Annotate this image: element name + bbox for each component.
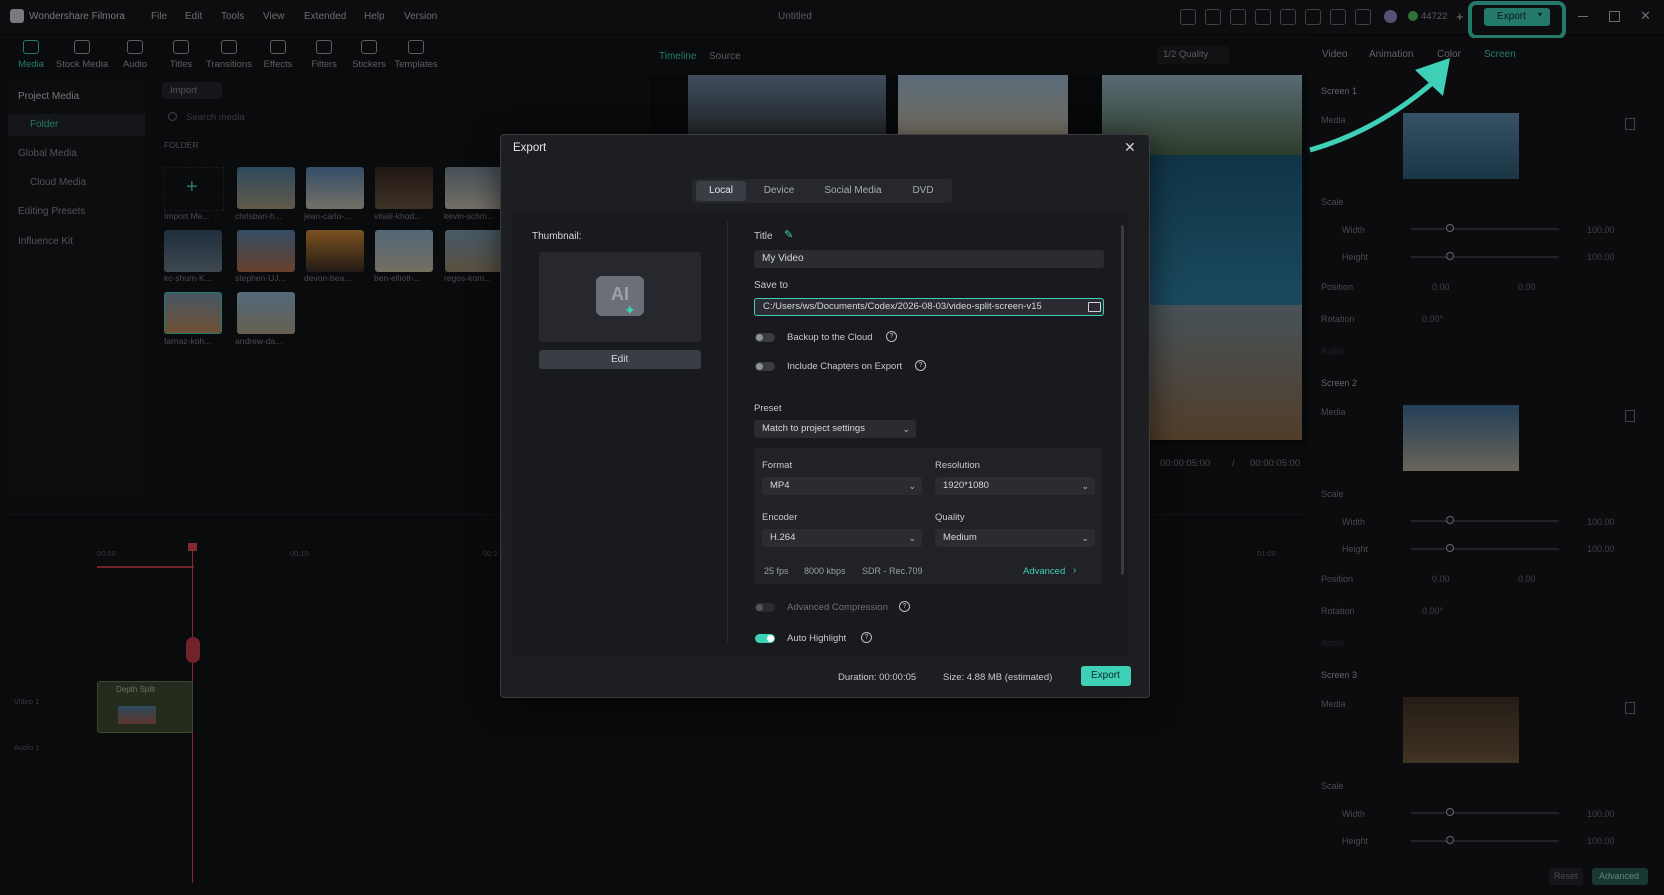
- chevron-down-icon: ⌄: [902, 424, 910, 434]
- chevron-down-icon: ⌄: [1081, 533, 1089, 543]
- dialog-scrollbar[interactable]: [1121, 225, 1124, 575]
- annotation-arrow: [1309, 58, 1450, 153]
- edit-button-label: Edit: [611, 354, 629, 365]
- backup-help-icon[interactable]: ?: [886, 331, 897, 342]
- advanced-compression-toggle[interactable]: [755, 603, 775, 612]
- chapters-label: Include Chapters on Export: [787, 361, 903, 372]
- preset-dropdown[interactable]: Match to project settings ⌄: [754, 420, 916, 438]
- tab-device[interactable]: Device: [754, 181, 804, 201]
- chevron-right-icon: ›: [1073, 565, 1077, 576]
- dialog-export-button[interactable]: Export: [1081, 666, 1131, 686]
- bitrate-value: 8000 kbps: [804, 566, 846, 576]
- save-path-input[interactable]: C:/Users/ws/Documents/Codex/2026-08-03/v…: [754, 298, 1104, 316]
- size-text: Size: 4.88 MB (estimated): [943, 672, 1053, 683]
- title-input[interactable]: My Video: [754, 250, 1104, 268]
- backup-cloud-toggle[interactable]: [755, 333, 775, 342]
- resolution-value: 1920*1080: [943, 480, 989, 491]
- advanced-settings-link[interactable]: Advanced: [1023, 566, 1065, 577]
- advanced-compression-label: Advanced Compression: [787, 602, 888, 613]
- dialog-divider: [727, 222, 728, 642]
- dialog-close-icon[interactable]: ✕: [1124, 139, 1136, 156]
- chevron-down-icon: ⌄: [908, 481, 916, 491]
- annotation-arrow-line: [1309, 76, 1440, 153]
- quality-value: Medium: [943, 532, 977, 543]
- edit-thumbnail-button[interactable]: Edit: [539, 350, 701, 369]
- dialog-export-label: Export: [1091, 670, 1120, 681]
- duration-text: Duration: 00:00:05: [838, 672, 917, 683]
- preset-value: Match to project settings: [762, 423, 865, 434]
- format-settings-box: [754, 448, 1102, 584]
- quality-label: Quality: [935, 512, 965, 523]
- encoder-value: H.264: [770, 532, 796, 543]
- advanced-compression-help-icon[interactable]: ?: [899, 601, 910, 612]
- thumbnail-label: Thumbnail:: [532, 231, 582, 242]
- chevron-down-icon: ⌄: [1081, 481, 1089, 491]
- preset-label: Preset: [754, 403, 782, 414]
- magic-wand-icon: ✦: [624, 302, 636, 318]
- folder-icon[interactable]: [1088, 302, 1101, 312]
- resolution-dropdown[interactable]: 1920*1080 ⌄: [935, 477, 1095, 495]
- encoder-dropdown[interactable]: H.264 ⌄: [762, 529, 922, 547]
- format-label: Format: [762, 460, 793, 471]
- save-to-label: Save to: [754, 280, 788, 291]
- resolution-label: Resolution: [935, 460, 980, 471]
- tab-local[interactable]: Local: [696, 181, 746, 201]
- format-dropdown[interactable]: MP4 ⌄: [762, 477, 922, 495]
- chevron-down-icon: ⌄: [908, 533, 916, 543]
- tab-social-media[interactable]: Social Media: [818, 181, 888, 201]
- color-space-value: SDR - Rec.709: [862, 566, 923, 576]
- ai-thumbnail-icon: AI ✦: [596, 276, 644, 318]
- auto-highlight-label: Auto Highlight: [787, 633, 847, 644]
- title-label: Title: [754, 231, 773, 242]
- quality-dropdown[interactable]: Medium ⌄: [935, 529, 1095, 547]
- dialog-title: Export: [513, 142, 547, 154]
- tab-dvd[interactable]: DVD: [898, 181, 948, 201]
- encoder-label: Encoder: [762, 512, 798, 523]
- auto-highlight-help-icon[interactable]: ?: [861, 632, 872, 643]
- ai-title-icon[interactable]: ✎: [784, 228, 793, 241]
- fps-value: 25 fps: [764, 566, 789, 576]
- auto-highlight-toggle[interactable]: [755, 634, 775, 643]
- format-value: MP4: [770, 480, 790, 491]
- chapters-help-icon[interactable]: ?: [915, 360, 926, 371]
- chapters-toggle[interactable]: [755, 362, 775, 371]
- thumbnail-preview[interactable]: AI ✦: [539, 252, 701, 342]
- backup-cloud-label: Backup to the Cloud: [787, 332, 873, 343]
